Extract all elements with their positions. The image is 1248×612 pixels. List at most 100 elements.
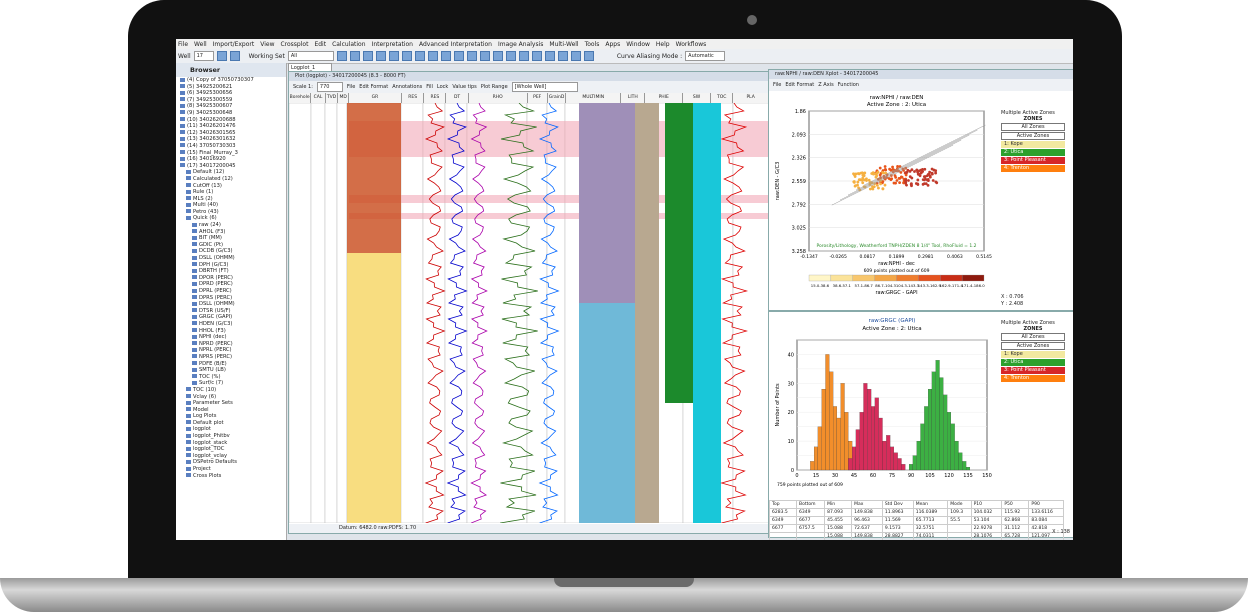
toolbar-button-9[interactable] xyxy=(440,51,451,61)
annotations-button[interactable]: Annotations xyxy=(392,84,422,90)
toolbar-button-15[interactable] xyxy=(518,51,529,61)
toolbar-button-18[interactable] xyxy=(557,51,568,61)
toolbar-button-11[interactable] xyxy=(466,51,477,61)
track-header[interactable]: GR xyxy=(348,93,403,103)
tree-item[interactable]: DPH (G/C3) xyxy=(180,262,286,269)
next-well-button[interactable] xyxy=(229,51,240,61)
edit-format-button[interactable]: Edit Format xyxy=(359,84,388,90)
tree-item[interactable]: DTSR (US/F) xyxy=(180,308,286,315)
track-header[interactable]: TVD xyxy=(325,93,339,103)
tree-item[interactable]: DSPetro Defaults xyxy=(180,459,286,466)
tree-item[interactable]: (13) 34026301632 xyxy=(180,136,286,143)
menu-item-interpretation[interactable]: Interpretation xyxy=(372,41,413,48)
lock-checkbox[interactable]: Lock xyxy=(437,84,448,90)
toolbar-button-19[interactable] xyxy=(570,51,581,61)
menu-item-well[interactable]: Well xyxy=(194,41,207,48)
track-header[interactable]: Borehole xyxy=(289,93,312,103)
menu-item-calculation[interactable]: Calculation xyxy=(332,41,365,48)
tree-item[interactable]: logplot_stack xyxy=(180,440,286,447)
toolbar-button-8[interactable] xyxy=(427,51,438,61)
toolbar-button-20[interactable] xyxy=(583,51,594,61)
tree-item[interactable]: DPRL (PERC) xyxy=(180,288,286,295)
toolbar-button-3[interactable] xyxy=(362,51,373,61)
file-menu[interactable]: File xyxy=(347,84,355,90)
tree-item[interactable]: SMTU (LB) xyxy=(180,367,286,374)
xplot-edit-format-button[interactable]: Edit Format xyxy=(785,82,814,88)
tree-item[interactable]: BIT (MM) xyxy=(180,235,286,242)
track-header[interactable]: DT xyxy=(446,93,469,103)
tree-item[interactable]: Petro (43) xyxy=(180,209,286,216)
menu-item-multi-well[interactable]: Multi-Well xyxy=(549,41,578,48)
tree-item[interactable]: Vclay (6) xyxy=(180,394,286,401)
tree-item[interactable]: (17) 34017200045 xyxy=(180,163,286,170)
menu-item-edit[interactable]: Edit xyxy=(314,41,326,48)
tree-item[interactable]: Calculated (12) xyxy=(180,176,286,183)
tree-item[interactable]: Log Plots xyxy=(180,413,286,420)
tree-item[interactable]: DPRD (PERC) xyxy=(180,281,286,288)
well-select[interactable]: 17 xyxy=(193,51,214,61)
tree-item[interactable]: DSLL (OHMM) xyxy=(180,301,286,308)
table-row[interactable]: 6677 6757.5 15.088 72.637 9.1573 32.5751 22.92… xyxy=(768,524,1064,533)
track-header[interactable]: PEF xyxy=(527,93,548,103)
track-header[interactable]: RES xyxy=(402,93,425,103)
hist-zone-item[interactable]: 1: Kope xyxy=(1001,351,1065,358)
tree-item[interactable]: (14) 37050730303 xyxy=(180,143,286,150)
hist-zone-item[interactable]: 2: Utica xyxy=(1001,359,1065,366)
scale-input[interactable]: 770 xyxy=(316,82,343,92)
toolbar-button-14[interactable] xyxy=(505,51,516,61)
curve-aliasing-select[interactable]: Automatic xyxy=(685,51,726,61)
tree-item[interactable]: Model xyxy=(180,407,286,414)
tree-item[interactable]: DCDB (G/C3) xyxy=(180,248,286,255)
track-header[interactable]: PHIE xyxy=(645,93,684,103)
tree-item[interactable]: (4) Copy of 37050730307 xyxy=(180,77,286,84)
tree-item[interactable]: HHOL (F3) xyxy=(180,328,286,335)
value-tips-checkbox[interactable]: Value tips xyxy=(452,84,476,90)
tree-item[interactable]: (15) Final_Murray_3 xyxy=(180,150,286,157)
tree-item[interactable]: (8) 34925300607 xyxy=(180,103,286,110)
tree-item[interactable]: DBRTH (FT) xyxy=(180,268,286,275)
table-row[interactable]: 6349 6677 45.455 96.463 11.569 65.7713 55.5 53.… xyxy=(768,516,1064,525)
xplot-zone-item[interactable]: 3: Point Pleasant xyxy=(1001,157,1065,164)
menu-item-window[interactable]: Window xyxy=(626,41,650,48)
menu-item-help[interactable]: Help xyxy=(656,41,670,48)
tree-item[interactable]: Default (12) xyxy=(180,169,286,176)
table-row[interactable]: 15.088 149.838 28.8827 74.0311 28.1076 65.728… xyxy=(768,532,1064,540)
tree-item[interactable]: GRGC (GAPI) xyxy=(180,314,286,321)
menu-item-view[interactable]: View xyxy=(260,41,274,48)
toolbar-button-4[interactable] xyxy=(375,51,386,61)
toolbar-button-6[interactable] xyxy=(401,51,412,61)
tree-item[interactable]: logplot_TOC xyxy=(180,446,286,453)
track-header[interactable]: PLA xyxy=(733,93,769,103)
tree-item[interactable]: Project xyxy=(180,466,286,473)
hist-zone-item[interactable]: 3: Point Pleasant xyxy=(1001,367,1065,374)
menu-item-advanced-interpretation[interactable]: Advanced Interpretation xyxy=(419,41,492,48)
track-header[interactable]: MD xyxy=(338,93,349,103)
xplot-active-zones-button[interactable]: Active Zones xyxy=(1001,132,1065,140)
xplot-zone-item[interactable]: 2: Utica xyxy=(1001,149,1065,156)
prev-well-button[interactable] xyxy=(216,51,227,61)
tree-item[interactable]: NPRD (PERC) xyxy=(180,341,286,348)
tree-item[interactable]: (6) 34925300656 xyxy=(180,90,286,97)
menu-item-image-analysis[interactable]: Image Analysis xyxy=(498,41,543,48)
fill-checkbox[interactable]: Fill xyxy=(426,84,433,90)
track-header[interactable]: SW xyxy=(683,93,712,103)
tree-item[interactable]: logplot_Phitbv xyxy=(180,433,286,440)
toolbar-button-5[interactable] xyxy=(388,51,399,61)
toolbar-button-10[interactable] xyxy=(453,51,464,61)
tree-item[interactable]: GDIC (Pt) xyxy=(180,242,286,249)
tree-item[interactable]: DPOR (PERC) xyxy=(180,275,286,282)
tree-item[interactable]: PDFE (B/E) xyxy=(180,361,286,368)
hist-zone-item[interactable]: 4: Trenton xyxy=(1001,375,1065,382)
xplot-zone-item[interactable]: 1: Kope xyxy=(1001,141,1065,148)
xplot-zone-item[interactable]: 4: Trenton xyxy=(1001,165,1065,172)
toolbar-button-2[interactable] xyxy=(349,51,360,61)
tree-item[interactable]: (12) 34026301565 xyxy=(180,130,286,137)
xplot-file-menu[interactable]: File xyxy=(773,82,781,88)
xplot-all-zones-button[interactable]: All Zones xyxy=(1001,123,1065,131)
tree-item[interactable]: TOC (10) xyxy=(180,387,286,394)
tree-item[interactable]: CutOff (13) xyxy=(180,183,286,190)
tree-item[interactable]: Default plot xyxy=(180,420,286,427)
tree-item[interactable]: NPRS (PERC) xyxy=(180,354,286,361)
toolbar-button-12[interactable] xyxy=(479,51,490,61)
zaxis-menu[interactable]: Z Axis xyxy=(818,82,833,88)
